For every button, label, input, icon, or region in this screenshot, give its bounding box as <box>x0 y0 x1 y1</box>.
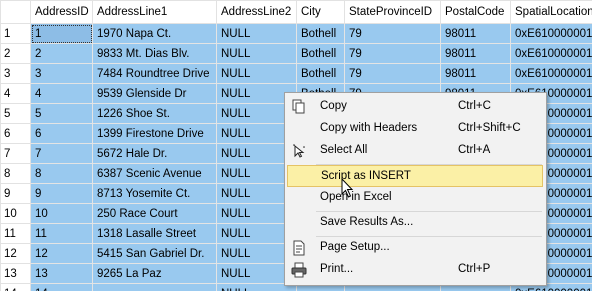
table-cell[interactable] <box>92 283 217 291</box>
row-number[interactable]: 8 <box>0 163 31 184</box>
menu-label: Print... <box>320 263 354 275</box>
select-all-icon <box>291 143 307 159</box>
row-number[interactable]: 7 <box>0 143 31 164</box>
table-cell[interactable]: 5672 Hale Dr. <box>92 143 217 164</box>
table-cell[interactable]: 8713 Yosemite Ct. <box>92 183 217 204</box>
menu-item-print[interactable]: Print... Ctrl+P <box>287 259 543 281</box>
table-cell[interactable]: 0xE6100000010 <box>510 23 592 44</box>
table-cell[interactable]: 3 <box>30 63 93 84</box>
table-cell[interactable]: 7484 Roundtree Drive <box>92 63 217 84</box>
table-cell[interactable]: NULL <box>216 23 297 44</box>
table-cell[interactable]: Bothell <box>296 23 345 44</box>
menu-item-copy[interactable]: Copy Ctrl+C <box>287 96 543 118</box>
table-cell[interactable]: 1970 Napa Ct. <box>92 23 217 44</box>
table-cell[interactable]: 12 <box>30 243 93 264</box>
printer-icon <box>291 262 307 278</box>
table-cell[interactable]: 1399 Firestone Drive <box>92 123 217 144</box>
column-header[interactable]: PostalCode <box>440 0 511 24</box>
table-cell[interactable]: 8 <box>30 163 93 184</box>
context-menu: Copy Ctrl+C Copy with Headers Ctrl+Shift… <box>284 92 547 286</box>
mouse-cursor-icon <box>341 178 354 198</box>
table-cell[interactable]: 1226 Shoe St. <box>92 103 217 124</box>
row-number[interactable]: 1 <box>0 23 31 44</box>
menu-item-save-results-as[interactable]: Save Results As... <box>287 212 543 234</box>
table-cell[interactable]: 9833 Mt. Dias Blv. <box>92 43 217 64</box>
column-header[interactable]: AddressID <box>30 0 93 24</box>
table-cell[interactable]: 1 <box>30 23 93 44</box>
page-setup-icon <box>291 240 307 256</box>
table-cell[interactable]: 98011 <box>440 43 511 64</box>
menu-label: Select All <box>320 144 368 156</box>
table-cell[interactable]: 0xE6100000010 <box>510 43 592 64</box>
menu-label: Save Results As... <box>320 216 414 228</box>
menu-shortcut: Ctrl+A <box>458 144 491 156</box>
row-number[interactable]: 10 <box>0 203 31 224</box>
row-number[interactable]: 14 <box>0 283 31 291</box>
row-number[interactable]: 6 <box>0 123 31 144</box>
menu-item-select-all[interactable]: Select All Ctrl+A <box>287 140 543 162</box>
row-number[interactable]: 5 <box>0 103 31 124</box>
table-cell[interactable]: 2 <box>30 43 93 64</box>
table-cell[interactable]: 7 <box>30 143 93 164</box>
menu-label: Copy with Headers <box>320 122 418 134</box>
row-number[interactable]: 12 <box>0 243 31 264</box>
table-cell[interactable]: Bothell <box>296 63 345 84</box>
table-cell[interactable]: 79 <box>344 23 441 44</box>
column-header[interactable]: SpatialLocation <box>510 0 592 24</box>
table-cell[interactable]: 5415 San Gabriel Dr. <box>92 243 217 264</box>
menu-label: Copy <box>320 100 347 112</box>
menu-label: Open in Excel <box>320 191 392 203</box>
table-cell[interactable]: 9 <box>30 183 93 204</box>
table-cell[interactable]: 98011 <box>440 63 511 84</box>
row-number[interactable]: 13 <box>0 263 31 284</box>
table-cell[interactable]: 9539 Glenside Dr <box>92 83 217 104</box>
table-cell[interactable]: 5 <box>30 103 93 124</box>
column-header[interactable]: City <box>296 0 345 24</box>
row-number[interactable]: 9 <box>0 183 31 204</box>
copy-icon <box>291 99 307 115</box>
table-cell[interactable]: 13 <box>30 263 93 284</box>
column-header[interactable] <box>0 0 31 24</box>
table-cell[interactable]: NULL <box>216 43 297 64</box>
table-row[interactable]: 2 2 9833 Mt. Dias Blv. NULL Bothell 79 98011 0x… <box>0 43 592 64</box>
menu-shortcut: Ctrl+Shift+C <box>458 122 521 134</box>
row-number[interactable]: 3 <box>0 63 31 84</box>
table-cell[interactable]: 6387 Scenic Avenue <box>92 163 217 184</box>
table-cell[interactable]: 1318 Lasalle Street <box>92 223 217 244</box>
table-cell[interactable]: 250 Race Court <box>92 203 217 224</box>
row-number[interactable]: 4 <box>0 83 31 104</box>
table-cell[interactable]: 98011 <box>440 23 511 44</box>
table-cell[interactable]: 4 <box>30 83 93 104</box>
column-header[interactable]: AddressLine1 <box>92 0 217 24</box>
menu-item-page-setup[interactable]: Page Setup... <box>287 237 543 259</box>
menu-item-script-as-insert[interactable]: Script as INSERT <box>287 165 543 187</box>
table-cell[interactable]: Bothell <box>296 43 345 64</box>
row-number[interactable]: 2 <box>0 43 31 64</box>
table-row[interactable]: 1 1 1970 Napa Ct. NULL Bothell 79 98011 0xE6100… <box>0 23 592 44</box>
menu-label: Script as INSERT <box>321 170 411 182</box>
table-cell[interactable]: 14 <box>30 283 93 291</box>
table-cell[interactable]: 6 <box>30 123 93 144</box>
row-number[interactable]: 11 <box>0 223 31 244</box>
table-cell[interactable]: 79 <box>344 63 441 84</box>
table-cell[interactable]: NULL <box>216 63 297 84</box>
menu-shortcut: Ctrl+P <box>458 263 491 275</box>
column-header[interactable]: StateProvinceID <box>344 0 441 24</box>
table-cell[interactable]: 9265 La Paz <box>92 263 217 284</box>
header-row: AddressID AddressLine1 AddressLine2 City Sta… <box>0 0 592 24</box>
menu-item-open-in-excel[interactable]: Open in Excel <box>287 187 543 209</box>
column-header[interactable]: AddressLine2 <box>216 0 297 24</box>
table-cell[interactable]: 0xE6100000010 <box>510 63 592 84</box>
menu-label: Page Setup... <box>320 241 390 253</box>
table-row[interactable]: 3 3 7484 Roundtree Drive NULL Bothell 79 98011… <box>0 63 592 84</box>
table-cell[interactable]: 11 <box>30 223 93 244</box>
menu-item-copy-with-headers[interactable]: Copy with Headers Ctrl+Shift+C <box>287 118 543 140</box>
table-cell[interactable]: 10 <box>30 203 93 224</box>
menu-shortcut: Ctrl+C <box>458 100 491 112</box>
table-cell[interactable]: 79 <box>344 43 441 64</box>
